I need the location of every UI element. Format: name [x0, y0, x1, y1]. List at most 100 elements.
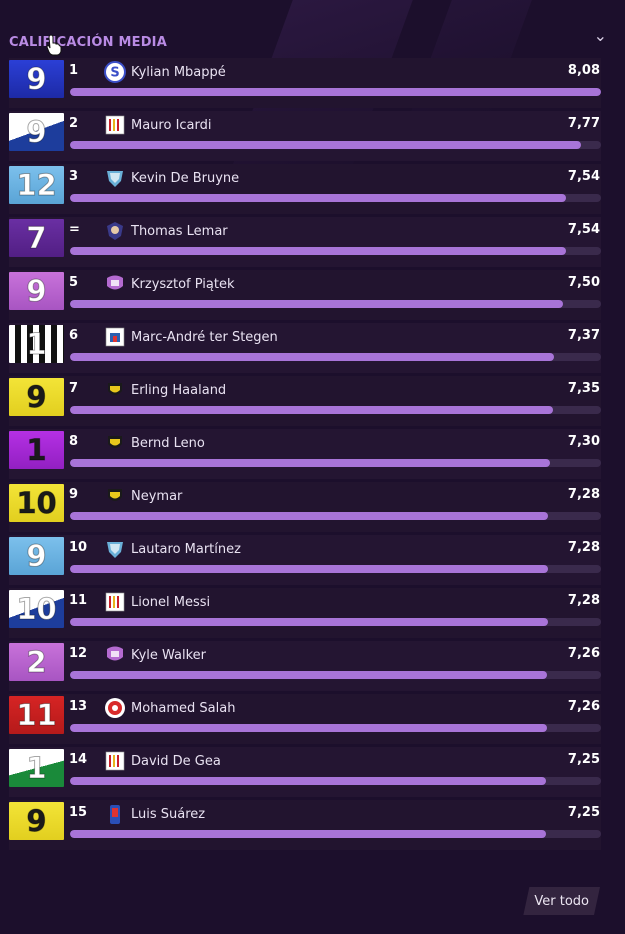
shirt-number-badge: 1: [9, 431, 64, 469]
table-row[interactable]: 7 = Thomas Lemar 7,54: [9, 217, 601, 267]
shirt-number: 9: [26, 380, 47, 415]
rating-bar: [70, 671, 601, 679]
shirt-number: 10: [16, 486, 57, 521]
club-crest-icon[interactable]: [104, 644, 126, 666]
rating-bar: [70, 141, 601, 149]
rating-bar-fill: [70, 724, 548, 732]
shirt-number: 1: [26, 327, 47, 362]
rating-bar-fill: [70, 671, 548, 679]
club-crest-icon[interactable]: [104, 697, 126, 719]
player-name-link[interactable]: Erling Haaland: [131, 383, 226, 398]
table-row[interactable]: 9 1 S Kylian Mbappé 8,08: [9, 58, 601, 108]
player-name-link[interactable]: Kyle Walker: [131, 648, 206, 663]
club-crest-icon[interactable]: [104, 326, 126, 348]
rating-value: 7,28: [567, 540, 600, 555]
rank: 15: [69, 805, 88, 820]
rating-value: 7,28: [567, 593, 600, 608]
player-name-link[interactable]: Mauro Icardi: [131, 118, 212, 133]
shirt-number: 11: [16, 698, 57, 733]
rating-value: 7,35: [567, 381, 600, 396]
club-crest-icon[interactable]: [104, 114, 126, 136]
club-crest-icon[interactable]: [104, 803, 126, 825]
rating-bar: [70, 247, 601, 255]
table-row[interactable]: 10 11 Lionel Messi 7,28: [9, 588, 601, 638]
player-name-link[interactable]: Kylian Mbappé: [131, 65, 226, 80]
club-crest-icon[interactable]: [104, 379, 126, 401]
club-crest-icon[interactable]: [104, 273, 126, 295]
shirt-number-badge: 1: [9, 749, 64, 787]
shirt-number-badge: 10: [9, 590, 64, 628]
hand-cursor-icon: [46, 34, 62, 56]
player-name-link[interactable]: David De Gea: [131, 754, 221, 769]
table-row[interactable]: 1 14 David De Gea 7,25: [9, 747, 601, 797]
table-row[interactable]: 11 13 Mohamed Salah 7,26: [9, 694, 601, 744]
rank: 1: [69, 63, 79, 78]
player-name-link[interactable]: Bernd Leno: [131, 436, 205, 451]
rating-bar-fill: [70, 459, 550, 467]
rank: =: [69, 222, 80, 237]
shirt-number-badge: 9: [9, 378, 64, 416]
widget-title[interactable]: CALIFICACIÓN MEDIA: [9, 35, 167, 50]
rank: 8: [69, 434, 79, 449]
table-row[interactable]: 10 9 Neymar 7,28: [9, 482, 601, 532]
table-row[interactable]: 9 10 Lautaro Martínez 7,28: [9, 535, 601, 585]
table-row[interactable]: 9 2 Mauro Icardi 7,77: [9, 111, 601, 161]
shirt-number: 9: [26, 115, 47, 150]
table-row[interactable]: 1 8 Bernd Leno 7,30: [9, 429, 601, 479]
player-name-link[interactable]: Marc-André ter Stegen: [131, 330, 278, 345]
player-name-link[interactable]: Krzysztof Piątek: [131, 277, 235, 292]
club-crest-icon[interactable]: S: [104, 61, 126, 83]
chevron-down-icon[interactable]: ⌄: [594, 26, 607, 45]
rating-value: 7,54: [567, 169, 600, 184]
rating-bar: [70, 565, 601, 573]
rating-bar-fill: [70, 565, 549, 573]
rating-bar-fill: [70, 88, 601, 96]
rating-value: 7,28: [567, 487, 600, 502]
shirt-number: 9: [26, 274, 47, 309]
player-name-link[interactable]: Mohamed Salah: [131, 701, 235, 716]
table-row[interactable]: 9 7 Erling Haaland 7,35: [9, 376, 601, 426]
rating-value: 7,25: [567, 752, 600, 767]
svg-text:S: S: [110, 66, 119, 81]
shirt-number-badge: 2: [9, 643, 64, 681]
player-name-link[interactable]: Lionel Messi: [131, 595, 210, 610]
rating-bar: [70, 194, 601, 202]
table-row[interactable]: 1 6 Marc-André ter Stegen 7,37: [9, 323, 601, 373]
rank: 13: [69, 699, 88, 714]
rating-bar-fill: [70, 247, 566, 255]
rating-bar-fill: [70, 141, 581, 149]
shirt-number-badge: 10: [9, 484, 64, 522]
shirt-number-badge: 9: [9, 272, 64, 310]
rating-value: 7,26: [567, 646, 600, 661]
club-crest-icon[interactable]: [104, 432, 126, 454]
table-row[interactable]: 9 5 Krzysztof Piątek 7,50: [9, 270, 601, 320]
player-name-link[interactable]: Luis Suárez: [131, 807, 205, 822]
player-name-link[interactable]: Thomas Lemar: [131, 224, 228, 239]
player-name-link[interactable]: Lautaro Martínez: [131, 542, 241, 557]
shirt-number: 7: [26, 221, 47, 256]
rating-bar: [70, 777, 601, 785]
rating-value: 7,37: [567, 328, 600, 343]
shirt-number: 1: [26, 751, 47, 786]
table-row[interactable]: 9 15 Luis Suárez 7,25: [9, 800, 601, 850]
player-name-link[interactable]: Kevin De Bruyne: [131, 171, 239, 186]
player-name-link[interactable]: Neymar: [131, 489, 182, 504]
rank: 11: [69, 593, 88, 608]
view-all-button[interactable]: Ver todo: [523, 887, 600, 915]
rating-bar: [70, 459, 601, 467]
club-crest-icon[interactable]: [104, 485, 126, 507]
table-row[interactable]: 12 3 Kevin De Bruyne 7,54: [9, 164, 601, 214]
rating-bar: [70, 406, 601, 414]
table-row[interactable]: 2 12 Kyle Walker 7,26: [9, 641, 601, 691]
shirt-number-badge: 12: [9, 166, 64, 204]
club-crest-icon[interactable]: [104, 538, 126, 560]
rating-value: 7,77: [567, 116, 600, 131]
shirt-number: 9: [26, 539, 47, 574]
club-crest-icon[interactable]: [104, 167, 126, 189]
rank: 10: [69, 540, 88, 555]
rank: 6: [69, 328, 79, 343]
club-crest-icon[interactable]: [104, 591, 126, 613]
widget-header: CALIFICACIÓN MEDIA ⌄: [9, 26, 607, 51]
club-crest-icon[interactable]: [104, 220, 126, 242]
club-crest-icon[interactable]: [104, 750, 126, 772]
